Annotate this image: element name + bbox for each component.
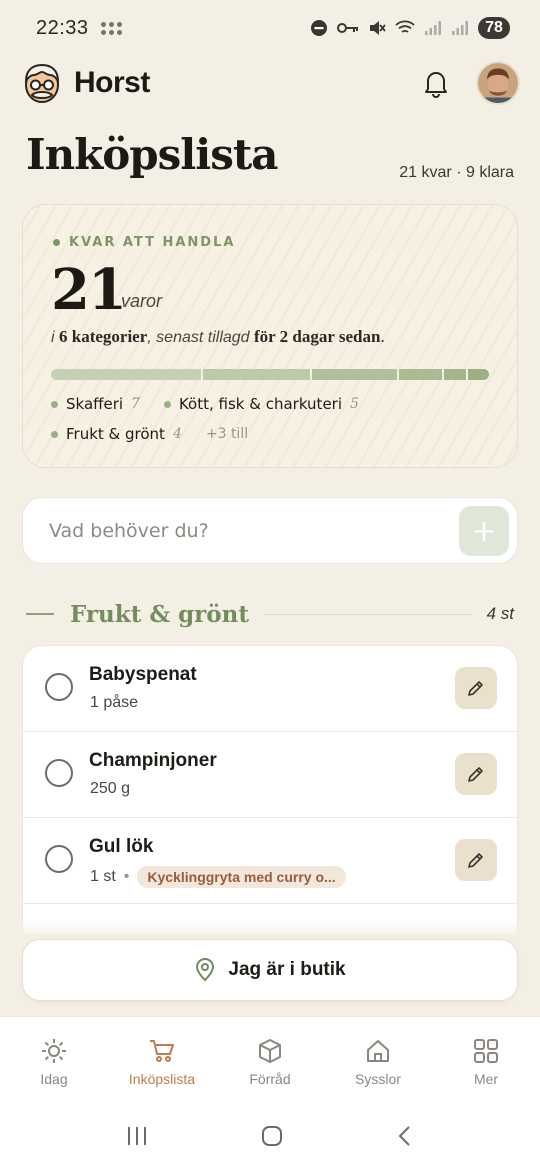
item-checkbox[interactable] [45, 845, 73, 873]
edit-item-button[interactable] [455, 753, 497, 795]
wifi-icon [395, 20, 415, 33]
progress-segment [51, 369, 201, 380]
item-quantity: 1 st • Kycklinggryta med curry o... [90, 866, 346, 888]
section-divider [26, 613, 54, 615]
pencil-icon [468, 767, 483, 782]
signal-2-icon [452, 21, 468, 35]
edit-item-button[interactable] [455, 839, 497, 881]
tab-mer[interactable]: Mer [432, 1017, 540, 1102]
in-store-button[interactable]: Jag är i butik [22, 939, 518, 1001]
app-name: Horst [74, 66, 150, 99]
recent-apps-icon[interactable] [125, 1125, 149, 1147]
item-checkbox[interactable] [45, 759, 73, 787]
item-name: Champinjoner [89, 750, 217, 771]
tab-idag[interactable]: Idag [0, 1017, 108, 1102]
app-bar: Horst [22, 60, 520, 106]
summary-card: KVAR ATT HANDLA 21 varor i 6 kategorier,… [22, 204, 518, 468]
progress-segment [467, 369, 489, 380]
status-time: 22:33 [36, 16, 89, 39]
in-store-label: Jag är i butik [228, 959, 346, 980]
box-icon [259, 1039, 281, 1063]
status-icons: 78 [310, 17, 510, 39]
item-name: Gul lök [89, 836, 154, 857]
house-icon [367, 1040, 389, 1062]
horst-logo-icon [24, 63, 60, 103]
progress-segment [399, 369, 443, 380]
category-chip: Skafferi 7 [51, 395, 140, 413]
pencil-icon [468, 681, 483, 696]
add-item-field: + [22, 497, 518, 564]
list-item[interactable]: Champinjoner 250 g [23, 732, 517, 818]
bottom-tab-bar: Idag Inköpslista Förråd Sysslor Mer [0, 1016, 540, 1102]
section-count: 4 st [486, 604, 514, 623]
user-avatar[interactable] [476, 61, 520, 105]
status-bar: 22:33 78 [0, 0, 540, 56]
summary-sentence: i 6 kategorier, senast tillagd för 2 dag… [51, 327, 385, 346]
remaining-count: 21 [51, 257, 127, 323]
bell-icon[interactable] [422, 68, 450, 98]
category-legend: Skafferi 7 Kött, fisk & charkuteri 5 Frukt… [51, 395, 491, 455]
section-divider [265, 613, 471, 615]
section-title: Frukt & grönt [70, 600, 249, 628]
add-item-input[interactable] [49, 519, 429, 542]
key-icon [337, 23, 358, 33]
progress-segment [311, 369, 398, 380]
tab-sysslor[interactable]: Sysslor [324, 1017, 432, 1102]
item-quantity: 1 påse [90, 694, 139, 711]
progress-segment [202, 369, 310, 380]
app-grid-indicator-icon [100, 21, 122, 35]
system-nav-bar [0, 1102, 540, 1170]
location-pin-icon [196, 958, 215, 982]
progress-segment [444, 369, 466, 380]
item-quantity: 250 g [90, 780, 131, 797]
category-chip: Kött, fisk & charkuteri 5 [163, 395, 359, 413]
pencil-icon [468, 853, 483, 868]
plus-icon: + [471, 513, 497, 549]
separator-dot: • [123, 868, 130, 885]
dnd-icon [311, 20, 327, 36]
more-categories-link[interactable]: +3 till [206, 426, 248, 442]
shopping-list: Babyspenat 1 påse Champinjoner 250 g Gul… [22, 645, 518, 935]
home-icon[interactable] [260, 1124, 284, 1148]
item-checkbox[interactable] [45, 673, 73, 701]
sun-icon [42, 1039, 66, 1063]
label-dot-icon [53, 239, 60, 246]
list-status-meta: 21 kvar · 9 klara [399, 164, 514, 181]
summary-label: KVAR ATT HANDLA [53, 235, 235, 250]
category-progress-bar [51, 369, 489, 380]
list-item[interactable]: Gul lök 1 st • Kycklinggryta med curry o… [23, 818, 517, 904]
add-item-button[interactable]: + [459, 506, 509, 556]
tab-forrad[interactable]: Förråd [216, 1017, 324, 1102]
recipe-tag[interactable]: Kycklinggryta med curry o... [137, 866, 346, 888]
back-icon[interactable] [395, 1124, 415, 1148]
signal-icon [425, 21, 441, 35]
grid-icon [474, 1039, 498, 1063]
section-header: Frukt & grönt 4 st [26, 598, 514, 630]
edit-item-button[interactable] [455, 667, 497, 709]
remaining-unit: varor [121, 291, 163, 311]
page-title: Inköpslista [26, 130, 278, 179]
list-item[interactable]: Babyspenat 1 påse [23, 646, 517, 732]
cart-icon [150, 1040, 174, 1062]
mute-icon [370, 21, 386, 35]
category-chip: Frukt & grönt 4 [51, 425, 182, 443]
tab-inkopslista[interactable]: Inköpslista [108, 1017, 216, 1102]
battery-indicator: 78 [478, 17, 510, 39]
item-name: Babyspenat [89, 664, 197, 685]
